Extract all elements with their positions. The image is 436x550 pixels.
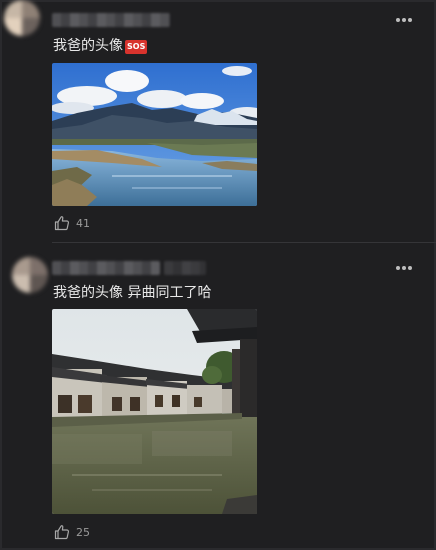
avatar[interactable] (12, 257, 48, 293)
more-dots-icon[interactable] (396, 265, 414, 271)
like-count: 41 (76, 216, 90, 230)
thumbs-up-icon[interactable] (54, 524, 70, 540)
sos-emoji-badge: SOS (125, 40, 148, 54)
mountain-lake-image (52, 63, 257, 206)
comment-photo[interactable] (52, 309, 257, 514)
username-blurred[interactable] (52, 13, 170, 27)
comment-text: 我爸的头像 异曲同工了哈 (53, 284, 211, 302)
comment-text: 我爸的头像 SOS (53, 37, 148, 55)
divider (52, 242, 436, 243)
comment-text-content: 我爸的头像 (53, 38, 123, 54)
username-blurred[interactable] (52, 261, 160, 275)
more-dots-icon[interactable] (396, 17, 414, 23)
like-count: 25 (76, 525, 90, 539)
water-town-image (52, 309, 257, 514)
comment-list: 我爸的头像 SOS 41 我爸的头像 异曲同工了哈 25 (0, 0, 436, 550)
comment-photo[interactable] (52, 63, 257, 206)
thumbs-up-icon[interactable] (54, 215, 70, 231)
comment-text-content: 我爸的头像 异曲同工了哈 (53, 285, 212, 301)
username-blurred-suffix (164, 261, 206, 275)
like-row[interactable]: 25 (54, 523, 90, 541)
like-row[interactable]: 41 (54, 214, 90, 232)
avatar[interactable] (4, 0, 40, 36)
